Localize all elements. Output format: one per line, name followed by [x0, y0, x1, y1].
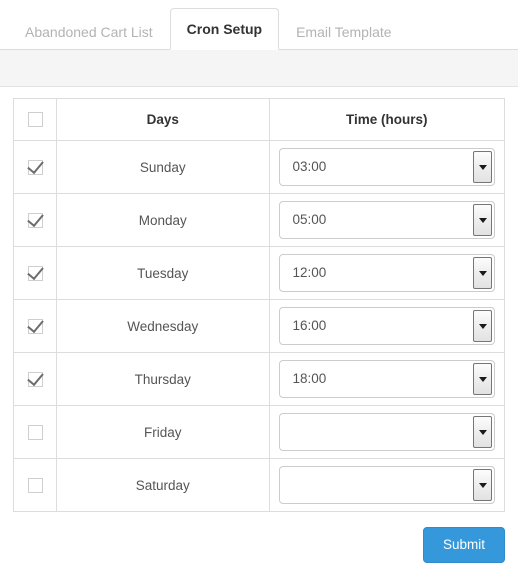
time-select-value-thursday: 18:00 [292, 371, 327, 386]
day-label-saturday: Saturday [56, 458, 270, 512]
time-select-value-sunday: 03:00 [292, 159, 327, 174]
row-checkbox-cell [12, 299, 58, 353]
time-select-friday[interactable] [278, 413, 495, 451]
tab-bar: Abandoned Cart List Cron Setup Email Tem… [0, 0, 518, 50]
cron-schedule-table: Days Time (hours) Sunday 03:00 Monday 05… [12, 98, 505, 512]
day-checkbox-friday[interactable] [27, 425, 43, 441]
tab-abandoned-cart-list[interactable]: Abandoned Cart List [8, 13, 170, 51]
time-select-cell-thursday: 18:00 [268, 352, 505, 406]
table-row: Saturday [12, 458, 505, 512]
days-header-cell: Days [56, 98, 270, 141]
row-checkbox-cell [12, 140, 58, 194]
time-select-cell-saturday [268, 458, 505, 512]
row-checkbox-cell [12, 405, 58, 459]
chevron-down-icon[interactable] [473, 151, 492, 183]
chevron-down-icon[interactable] [473, 363, 492, 395]
day-label-monday: Monday [56, 193, 270, 247]
time-header-cell: Time (hours) [268, 98, 505, 141]
day-checkbox-saturday[interactable] [27, 478, 43, 494]
day-checkbox-sunday[interactable] [27, 160, 43, 176]
cron-table-container: Days Time (hours) Sunday 03:00 Monday 05… [0, 87, 518, 512]
time-select-value-tuesday: 12:00 [292, 265, 327, 280]
row-checkbox-cell [12, 246, 58, 300]
time-select-cell-friday [268, 405, 505, 459]
table-row: Monday 05:00 [12, 193, 505, 247]
table-row: Sunday 03:00 [12, 140, 505, 194]
select-all-header-cell [12, 98, 58, 141]
time-select-cell-monday: 05:00 [268, 193, 505, 247]
table-body: Sunday 03:00 Monday 05:00 Tuesday 12:00 … [12, 140, 505, 512]
select-all-checkbox[interactable] [27, 112, 43, 128]
chevron-down-icon[interactable] [473, 416, 492, 448]
chevron-down-icon[interactable] [473, 310, 492, 342]
chevron-down-icon[interactable] [473, 257, 492, 289]
table-header-row: Days Time (hours) [12, 98, 505, 141]
time-select-saturday[interactable] [278, 466, 495, 504]
time-select-sunday[interactable]: 03:00 [278, 148, 495, 186]
day-label-friday: Friday [56, 405, 270, 459]
day-label-wednesday: Wednesday [56, 299, 270, 353]
chevron-down-icon[interactable] [473, 204, 492, 236]
time-select-wednesday[interactable]: 16:00 [278, 307, 495, 345]
time-select-value-wednesday: 16:00 [292, 318, 327, 333]
row-checkbox-cell [12, 352, 58, 406]
day-checkbox-wednesday[interactable] [27, 319, 43, 335]
day-checkbox-tuesday[interactable] [27, 266, 43, 282]
time-select-thursday[interactable]: 18:00 [278, 360, 495, 398]
row-checkbox-cell [12, 458, 58, 512]
day-label-thursday: Thursday [56, 352, 270, 406]
table-row: Friday [12, 405, 505, 459]
table-row: Thursday 18:00 [12, 352, 505, 406]
row-checkbox-cell [12, 193, 58, 247]
toolbar-band [0, 50, 518, 87]
tab-cron-setup[interactable]: Cron Setup [169, 8, 280, 50]
time-select-monday[interactable]: 05:00 [278, 201, 495, 239]
day-checkbox-monday[interactable] [27, 213, 43, 229]
form-footer: Submit [0, 512, 518, 564]
day-checkbox-thursday[interactable] [27, 372, 43, 388]
time-select-value-monday: 05:00 [292, 212, 327, 227]
time-select-cell-tuesday: 12:00 [268, 246, 505, 300]
time-select-cell-sunday: 03:00 [268, 140, 505, 194]
day-label-sunday: Sunday [56, 140, 270, 194]
table-header: Days Time (hours) [12, 98, 505, 141]
chevron-down-icon[interactable] [473, 469, 492, 501]
table-row: Wednesday 16:00 [12, 299, 505, 353]
time-select-tuesday[interactable]: 12:00 [278, 254, 495, 292]
submit-button[interactable]: Submit [422, 527, 505, 564]
table-row: Tuesday 12:00 [12, 246, 505, 300]
day-label-tuesday: Tuesday [56, 246, 270, 300]
tab-email-template[interactable]: Email Template [279, 13, 408, 51]
time-select-cell-wednesday: 16:00 [268, 299, 505, 353]
